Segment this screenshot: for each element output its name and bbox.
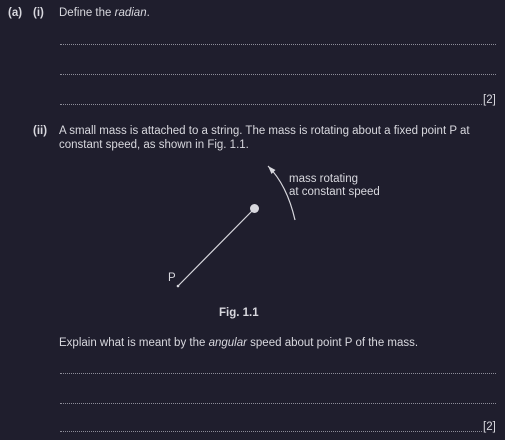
answer-line-6[interactable] [60, 431, 482, 432]
point-p-label: P [168, 272, 176, 284]
pivot-point [176, 284, 180, 288]
marks-ii: [2] [483, 421, 496, 433]
mass-circle [250, 204, 259, 213]
figure-caption: Fig. 1.1 [219, 307, 259, 319]
figure-1-1 [176, 165, 296, 288]
question-text: Explain what is meant by the [59, 337, 209, 349]
annotation-line-2: at constant speed [289, 186, 380, 198]
question-end: speed about point P of the mass. [246, 337, 419, 349]
explain-question: Explain what is meant by the angular spe… [59, 337, 418, 349]
annotation-line-1: mass rotating [289, 173, 359, 185]
question-emphasis: angular [208, 337, 247, 349]
string-line [177, 209, 254, 287]
answer-line-4[interactable] [60, 373, 496, 374]
answer-line-5[interactable] [60, 403, 496, 404]
